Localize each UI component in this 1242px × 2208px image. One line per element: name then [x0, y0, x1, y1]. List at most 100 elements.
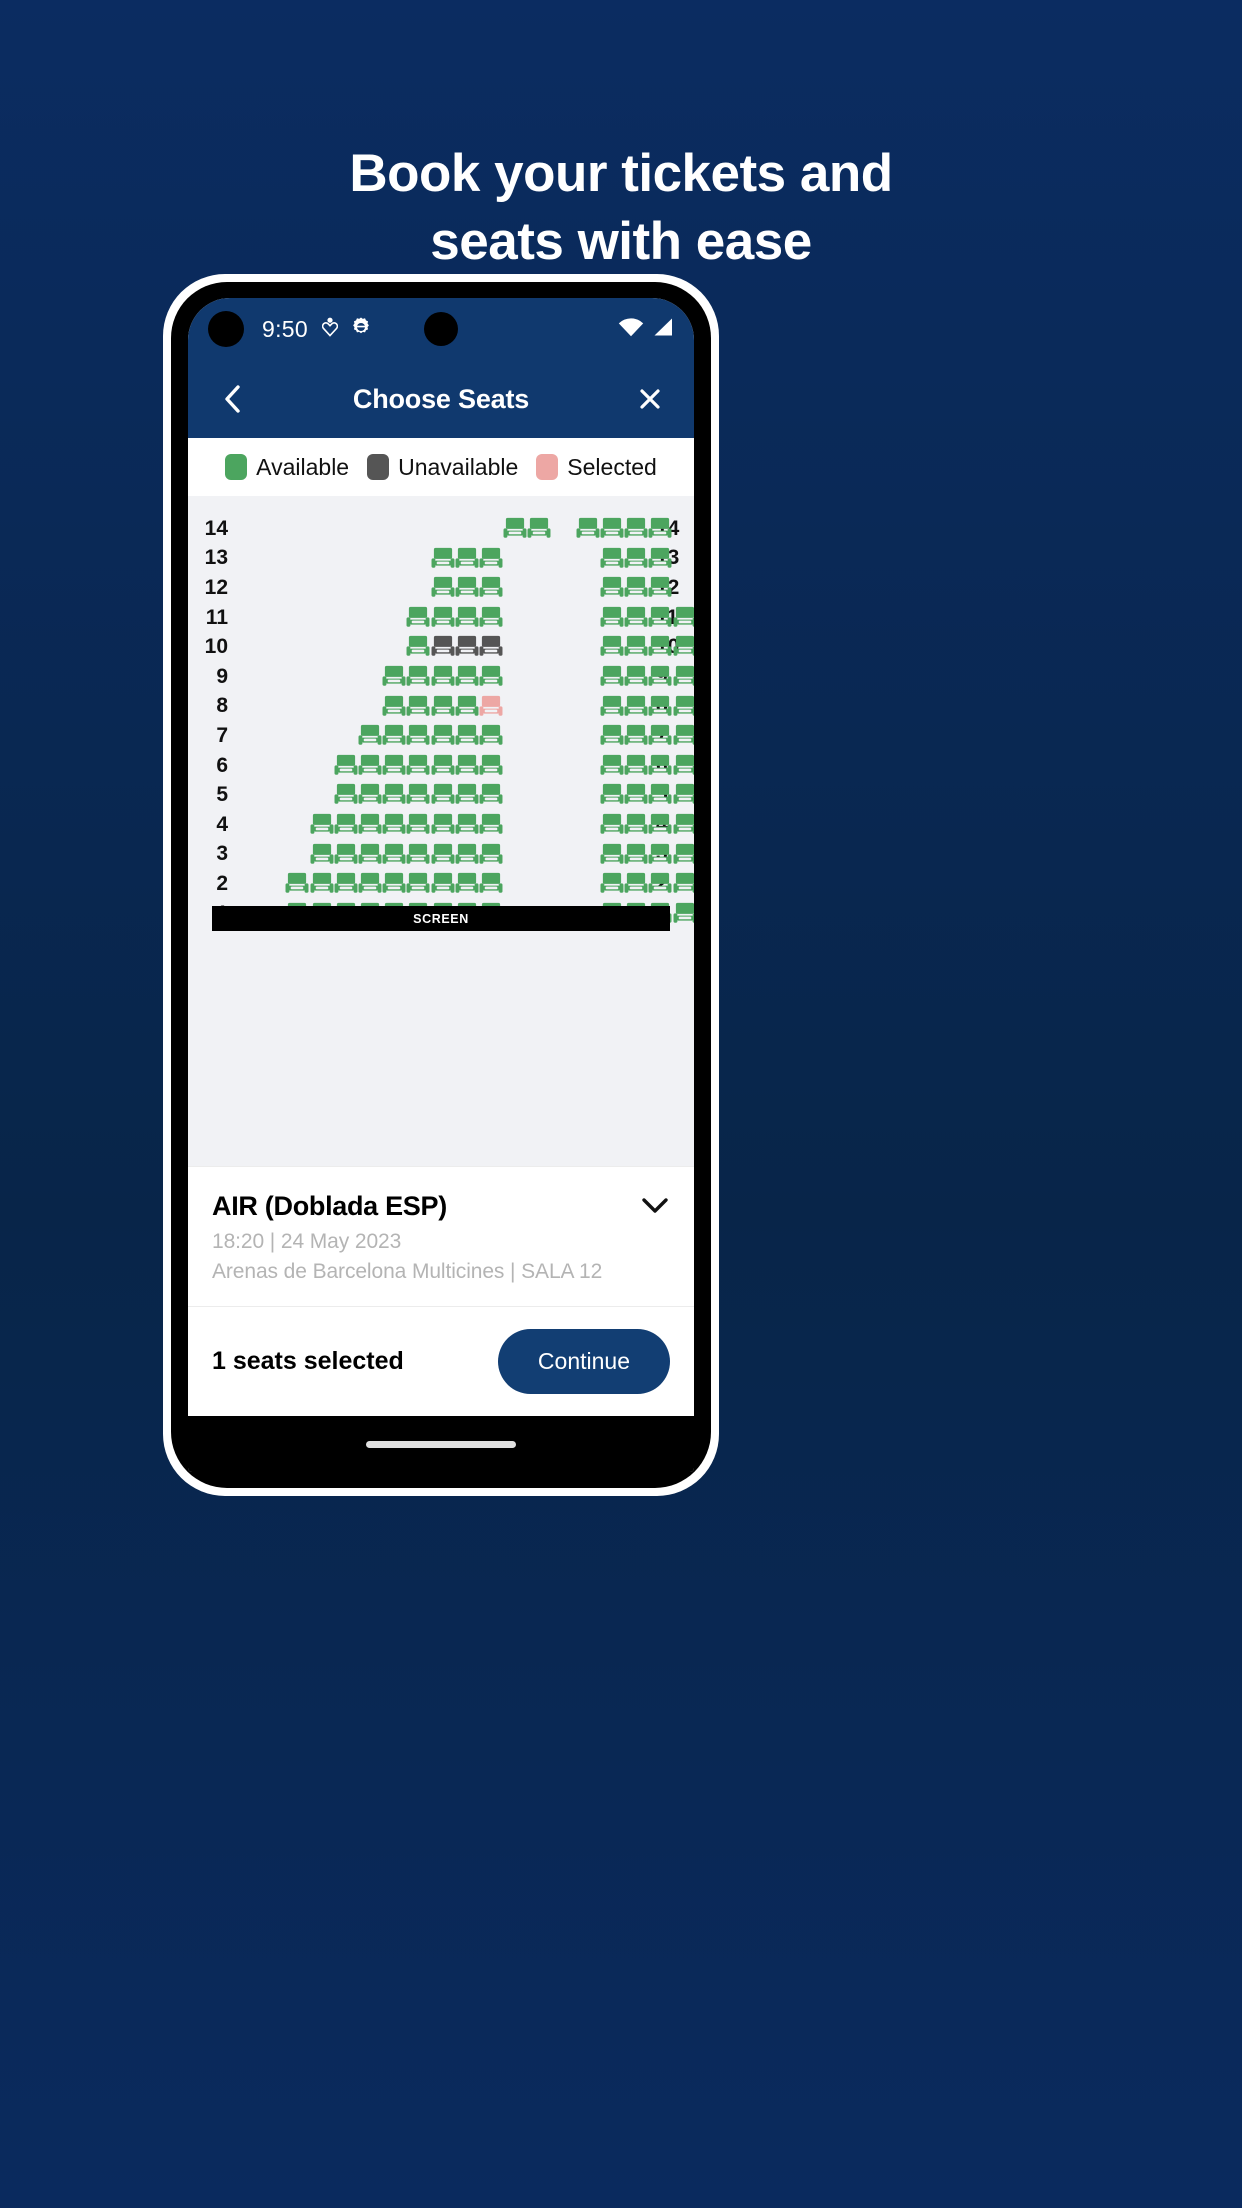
seat-available[interactable] [647, 870, 673, 896]
seat-available[interactable] [647, 752, 673, 778]
seat-available[interactable] [357, 722, 383, 748]
seat-available[interactable] [647, 545, 673, 571]
seat-available[interactable] [357, 841, 383, 867]
seat-available[interactable] [381, 870, 407, 896]
seat-available[interactable] [405, 633, 431, 659]
seat-available[interactable] [454, 722, 480, 748]
seat-available[interactable] [647, 693, 673, 719]
seat-available[interactable] [430, 841, 456, 867]
seat-available[interactable] [623, 663, 649, 689]
seat-available[interactable] [381, 811, 407, 837]
seat-available[interactable] [575, 515, 601, 541]
seat-available[interactable] [478, 811, 504, 837]
seat-available[interactable] [381, 722, 407, 748]
seat-row-4[interactable]: 44 [188, 810, 694, 840]
seat-available[interactable] [430, 693, 456, 719]
seat-available[interactable] [405, 604, 431, 630]
seat-available[interactable] [623, 752, 649, 778]
seat-available[interactable] [333, 870, 359, 896]
seat-available[interactable] [647, 633, 673, 659]
expand-details-button[interactable] [640, 1191, 670, 1220]
seat-available[interactable] [502, 515, 528, 541]
seat-row-grid[interactable] [234, 780, 694, 810]
seat-available[interactable] [623, 633, 649, 659]
seat-available[interactable] [478, 841, 504, 867]
seat-row-grid[interactable] [234, 840, 694, 870]
seat-available[interactable] [599, 693, 625, 719]
seat-available[interactable] [381, 663, 407, 689]
seat-available[interactable] [672, 633, 694, 659]
seat-available[interactable] [647, 841, 673, 867]
seat-row-grid[interactable] [234, 869, 694, 899]
seat-available[interactable] [599, 781, 625, 807]
continue-button[interactable]: Continue [497, 1329, 670, 1394]
seat-available[interactable] [623, 781, 649, 807]
seat-available[interactable] [405, 663, 431, 689]
seat-row-13[interactable]: 1313 [188, 544, 694, 574]
seat-available[interactable] [623, 722, 649, 748]
seat-map[interactable]: 141413131212111110109988776655443322 11 [188, 496, 694, 928]
seat-available[interactable] [381, 781, 407, 807]
seat-available[interactable] [430, 811, 456, 837]
seat-unavailable[interactable] [478, 633, 504, 659]
seat-available[interactable] [357, 811, 383, 837]
seat-available[interactable] [478, 574, 504, 600]
seat-row-6[interactable]: 66 [188, 751, 694, 781]
seat-available[interactable] [599, 870, 625, 896]
close-button[interactable] [630, 379, 670, 419]
seat-available[interactable] [647, 781, 673, 807]
seat-available[interactable] [357, 870, 383, 896]
seat-available[interactable] [623, 515, 649, 541]
seat-available[interactable] [623, 811, 649, 837]
seat-row-grid[interactable] [234, 632, 694, 662]
seat-available[interactable] [454, 841, 480, 867]
seat-row-grid[interactable] [234, 603, 694, 633]
seat-available[interactable] [478, 752, 504, 778]
seat-available[interactable] [381, 752, 407, 778]
seat-available[interactable] [672, 752, 694, 778]
seat-available[interactable] [381, 841, 407, 867]
seat-row-11[interactable]: 1111 [188, 603, 694, 633]
seat-available[interactable] [454, 574, 480, 600]
seat-available[interactable] [599, 722, 625, 748]
seat-row-7[interactable]: 77 [188, 721, 694, 751]
seat-available[interactable] [599, 841, 625, 867]
seat-available[interactable] [381, 693, 407, 719]
seat-available[interactable] [405, 722, 431, 748]
seat-available[interactable] [672, 781, 694, 807]
seat-available[interactable] [454, 545, 480, 571]
seat-map-area[interactable]: 141413131212111110109988776655443322 11 S… [188, 496, 694, 1166]
seat-available[interactable] [430, 604, 456, 630]
seat-available[interactable] [430, 752, 456, 778]
seat-available[interactable] [333, 811, 359, 837]
seat-available[interactable] [478, 604, 504, 630]
seat-available[interactable] [405, 693, 431, 719]
seat-unavailable[interactable] [430, 633, 456, 659]
seat-row-grid[interactable] [234, 692, 694, 722]
seat-available[interactable] [647, 722, 673, 748]
seat-available[interactable] [430, 663, 456, 689]
seat-available[interactable] [454, 811, 480, 837]
seat-available[interactable] [309, 841, 335, 867]
seat-row-grid[interactable] [234, 810, 694, 840]
seat-selected[interactable] [478, 693, 504, 719]
seat-available[interactable] [672, 693, 694, 719]
seat-available[interactable] [454, 752, 480, 778]
seat-available[interactable] [623, 574, 649, 600]
seat-available[interactable] [647, 811, 673, 837]
seat-available[interactable] [454, 870, 480, 896]
seat-available[interactable] [430, 781, 456, 807]
seat-available[interactable] [672, 870, 694, 896]
seat-available[interactable] [526, 515, 552, 541]
seat-available[interactable] [333, 841, 359, 867]
seat-available[interactable] [478, 870, 504, 896]
seat-available[interactable] [405, 781, 431, 807]
seat-row-grid[interactable] [234, 544, 672, 574]
seat-row-grid[interactable] [234, 573, 672, 603]
seat-available[interactable] [454, 663, 480, 689]
seat-available[interactable] [623, 604, 649, 630]
seat-available[interactable] [309, 811, 335, 837]
seat-row-3[interactable]: 33 [188, 840, 694, 870]
seat-available[interactable] [623, 693, 649, 719]
seat-available[interactable] [599, 604, 625, 630]
